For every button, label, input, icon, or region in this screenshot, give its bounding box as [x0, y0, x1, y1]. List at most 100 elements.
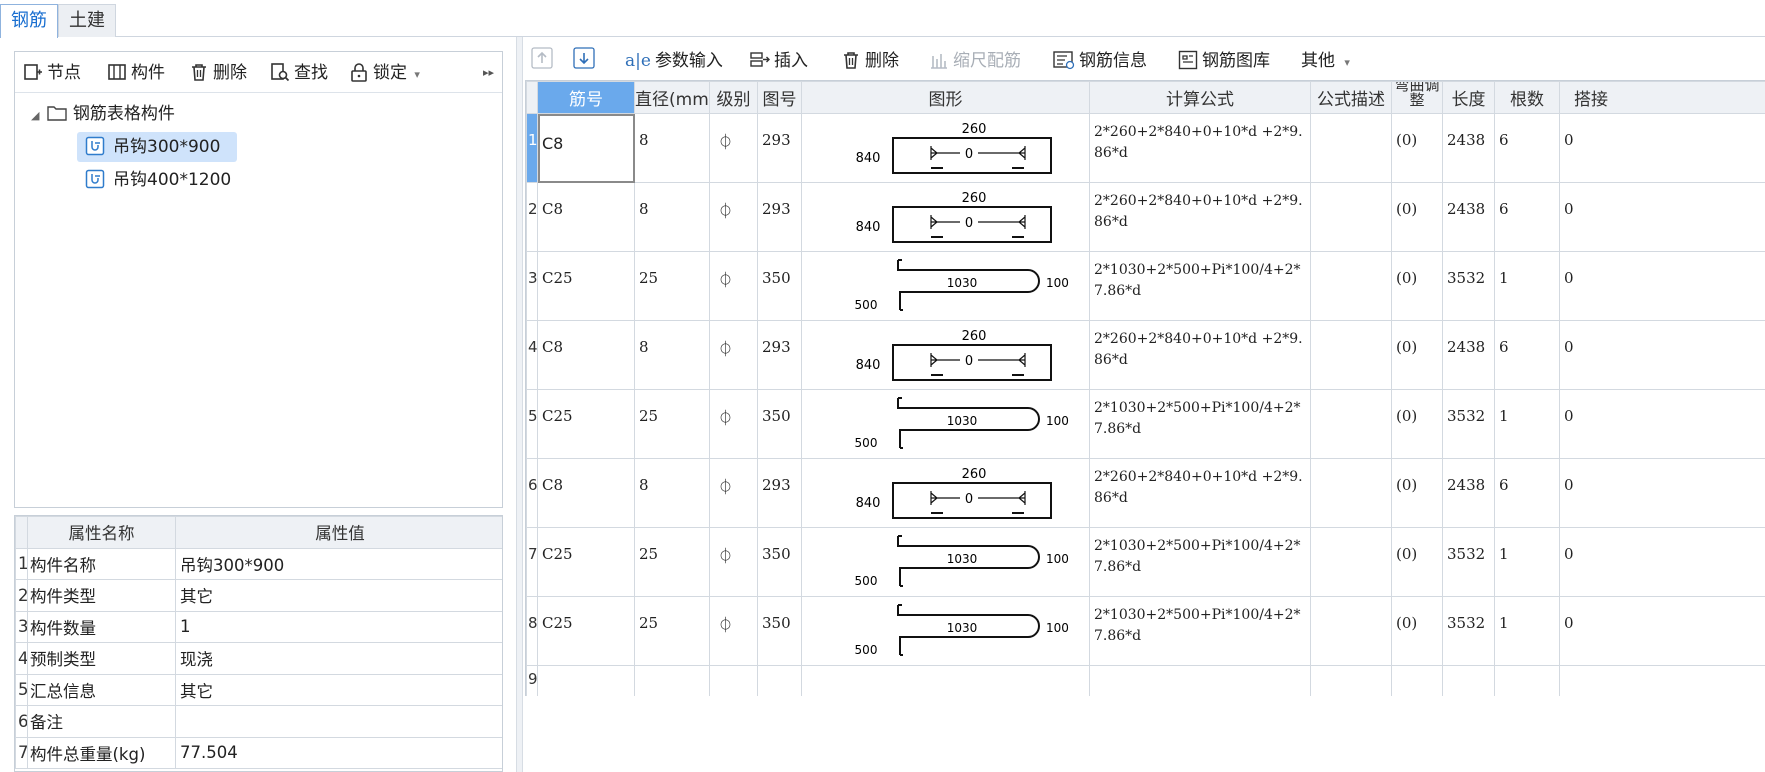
column-header-lap[interactable]: 搭接 — [1559, 81, 1765, 114]
property-row[interactable]: 3 构件数量 1 — [15, 610, 502, 643]
shape-cell[interactable]: 260 840 0 — [801, 320, 1090, 390]
empty-cell[interactable] — [1494, 665, 1560, 696]
row-number[interactable]: 6 — [526, 458, 538, 528]
count-cell[interactable]: 6 — [1494, 113, 1560, 183]
length-cell[interactable]: 3532 — [1442, 596, 1495, 666]
panel-splitter[interactable] — [516, 37, 523, 772]
column-header-length[interactable]: 长度 — [1442, 81, 1495, 114]
lock-button[interactable]: 锁定 ▾ — [349, 60, 420, 86]
column-header-formula-desc[interactable]: 公式描述 — [1310, 81, 1392, 114]
other-menu-button[interactable]: 其他 ▾ — [1301, 48, 1350, 74]
formula-desc-cell[interactable] — [1310, 113, 1392, 183]
count-cell[interactable]: 6 — [1494, 182, 1560, 252]
move-down-button[interactable] — [573, 47, 599, 73]
length-cell[interactable]: 2438 — [1442, 458, 1495, 528]
diameter-cell[interactable]: 25 — [634, 527, 710, 597]
table-row[interactable]: 3 C25 25 ⏀ 350 1030 100 500 2*1030+2*500+Pi*… — [526, 251, 1765, 321]
property-row[interactable]: 2 构件类型 其它 — [15, 579, 502, 612]
formula-desc-cell[interactable] — [1310, 596, 1392, 666]
diameter-cell[interactable]: 8 — [634, 320, 710, 390]
empty-cell[interactable] — [757, 665, 802, 696]
diameter-cell[interactable]: 8 — [634, 113, 710, 183]
delete-button[interactable]: 删除 — [189, 60, 247, 86]
property-value[interactable]: 吊钩300*900 — [175, 547, 502, 580]
row-delete-button[interactable]: 删除 — [841, 48, 899, 74]
bend-adjust-cell[interactable]: (0) — [1391, 389, 1443, 459]
lap-cell[interactable]: 0 — [1559, 182, 1765, 252]
shape-number-cell[interactable]: 293 — [757, 113, 802, 183]
empty-cell[interactable] — [1391, 665, 1443, 696]
shape-number-cell[interactable]: 293 — [757, 458, 802, 528]
tree-item-hook-300x900[interactable]: 吊钩300*900 — [77, 132, 237, 162]
diameter-cell[interactable]: 25 — [634, 389, 710, 459]
node-button[interactable]: 节点 — [23, 60, 81, 86]
shape-number-cell[interactable]: 350 — [757, 251, 802, 321]
empty-cell[interactable] — [634, 665, 710, 696]
empty-cell[interactable] — [1442, 665, 1495, 696]
lap-cell[interactable]: 0 — [1559, 320, 1765, 390]
column-header-grade[interactable]: 级别 — [709, 81, 758, 114]
empty-cell[interactable] — [801, 665, 1090, 696]
find-button[interactable]: 查找 — [270, 60, 328, 86]
formula-cell[interactable]: 2*260+2*840+0+10*d +2*9.86*d — [1089, 458, 1311, 528]
row-number[interactable]: 2 — [526, 182, 538, 252]
column-header-diameter[interactable]: 直径(mm) — [634, 81, 710, 114]
shape-number-cell[interactable]: 293 — [757, 182, 802, 252]
shape-number-cell[interactable]: 350 — [757, 389, 802, 459]
column-header-count[interactable]: 根数 — [1494, 81, 1560, 114]
property-value[interactable]: 现浇 — [175, 642, 502, 675]
property-row[interactable]: 5 汇总信息 其它 — [15, 673, 502, 706]
rebar-info-button[interactable]: 钢筋信息 — [1053, 48, 1147, 74]
column-header-formula[interactable]: 计算公式 — [1089, 81, 1311, 114]
grade-cell[interactable]: ⏀ — [709, 527, 758, 597]
formula-cell[interactable]: 2*1030+2*500+Pi*100/4+2*7.86*d — [1089, 527, 1311, 597]
formula-desc-cell[interactable] — [1310, 527, 1392, 597]
shape-number-cell[interactable]: 293 — [757, 320, 802, 390]
bar-number-cell[interactable]: C25 — [537, 527, 635, 597]
bend-adjust-cell[interactable]: (0) — [1391, 527, 1443, 597]
table-row[interactable]: 6 C8 8 ⏀ 293 260 840 0 2*260+2*840+0+10*d +2… — [526, 458, 1765, 528]
formula-desc-cell[interactable] — [1310, 182, 1392, 252]
row-number[interactable]: 3 — [526, 251, 538, 321]
length-cell[interactable]: 3532 — [1442, 389, 1495, 459]
row-number[interactable]: 4 — [526, 320, 538, 390]
lap-cell[interactable]: 0 — [1559, 527, 1765, 597]
expand-toolbar-icon[interactable]: ▸▸ — [483, 60, 494, 86]
tab-civil[interactable]: 土建 — [58, 4, 116, 37]
property-row[interactable]: 4 预制类型 现浇 — [15, 642, 502, 675]
count-cell[interactable]: 1 — [1494, 389, 1560, 459]
diameter-cell[interactable]: 8 — [634, 458, 710, 528]
row-number[interactable]: 5 — [526, 389, 538, 459]
collapse-arrow-icon[interactable]: ◢ — [31, 109, 39, 122]
property-value[interactable]: 其它 — [175, 673, 502, 706]
bend-adjust-cell[interactable]: (0) — [1391, 596, 1443, 666]
tab-rebar[interactable]: 钢筋 — [0, 4, 58, 38]
shape-cell[interactable]: 1030 100 500 — [801, 389, 1090, 459]
move-up-button[interactable] — [531, 47, 557, 73]
diameter-cell[interactable]: 25 — [634, 596, 710, 666]
formula-desc-cell[interactable] — [1310, 320, 1392, 390]
component-button[interactable]: 构件 — [107, 60, 165, 86]
bar-number-cell[interactable]: C8 — [537, 113, 635, 183]
shape-cell[interactable]: 260 840 0 — [801, 182, 1090, 252]
count-cell[interactable]: 1 — [1494, 596, 1560, 666]
bend-adjust-cell[interactable]: (0) — [1391, 182, 1443, 252]
column-header-bar-no[interactable]: 筋号 — [537, 81, 635, 114]
length-cell[interactable]: 2438 — [1442, 182, 1495, 252]
tree-folder[interactable]: ◢ 钢筋表格构件 — [31, 99, 175, 129]
property-row[interactable]: 1 构件名称 吊钩300*900 — [15, 547, 502, 580]
shape-cell[interactable]: 260 840 0 — [801, 458, 1090, 528]
table-row[interactable]: 5 C25 25 ⏀ 350 1030 100 500 2*1030+2*500+Pi*… — [526, 389, 1765, 459]
grade-cell[interactable]: ⏀ — [709, 320, 758, 390]
bar-number-cell[interactable]: C25 — [537, 251, 635, 321]
lap-cell[interactable]: 0 — [1559, 251, 1765, 321]
grade-cell[interactable]: ⏀ — [709, 113, 758, 183]
param-input-button[interactable]: a|e 参数输入 — [625, 48, 723, 74]
shape-cell[interactable]: 260 840 0 — [801, 113, 1090, 183]
property-value[interactable]: 其它 — [175, 579, 502, 612]
grade-cell[interactable]: ⏀ — [709, 389, 758, 459]
grade-cell[interactable]: ⏀ — [709, 596, 758, 666]
formula-desc-cell[interactable] — [1310, 389, 1392, 459]
empty-cell[interactable] — [1559, 665, 1765, 696]
shape-cell[interactable]: 1030 100 500 — [801, 596, 1090, 666]
